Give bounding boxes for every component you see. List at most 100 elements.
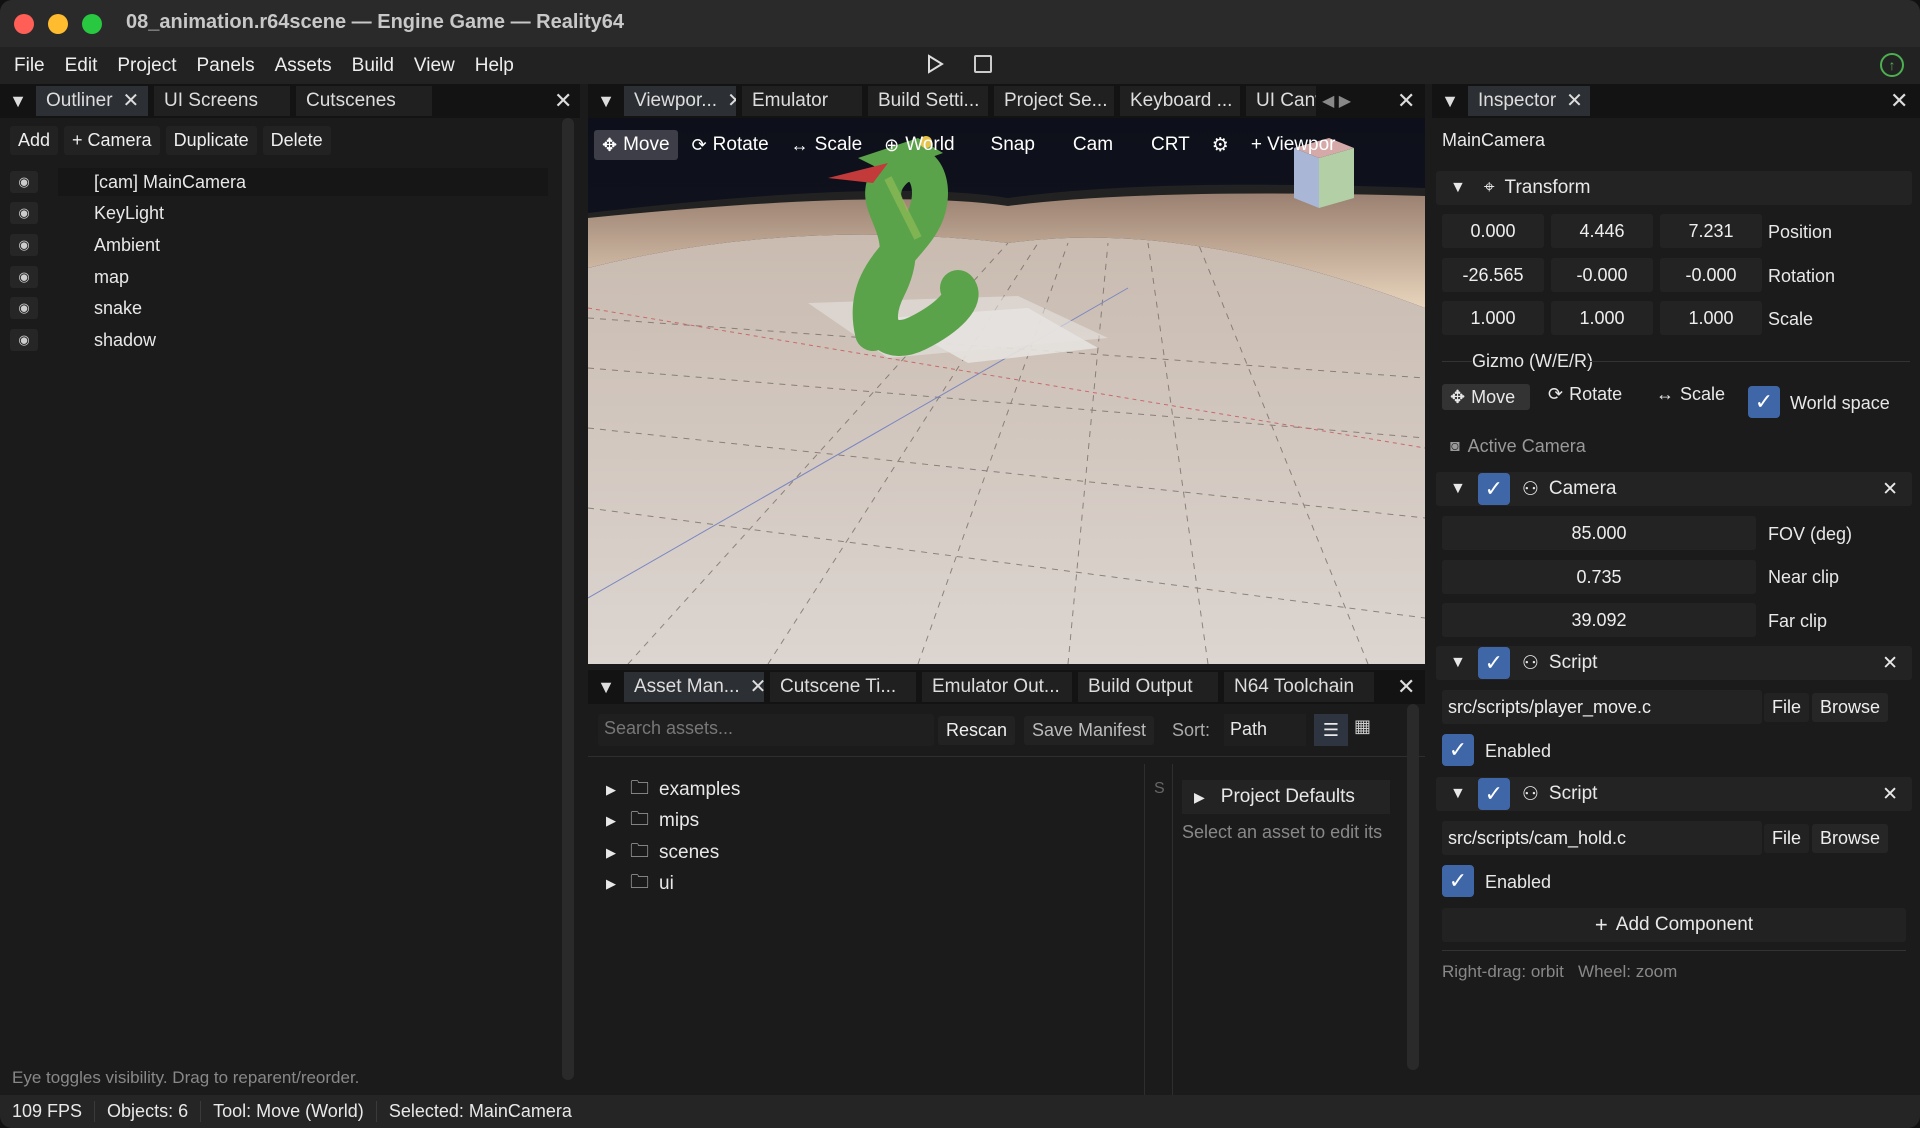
position-x-field[interactable]: 0.000 [1442, 214, 1544, 248]
eye-icon[interactable]: ◉ [10, 202, 38, 224]
folder-row[interactable]: ▶ 🗀 scenes [606, 839, 719, 867]
chevron-right-icon[interactable]: ▶ [606, 845, 616, 861]
menu-assets[interactable]: Assets [265, 55, 342, 77]
panel-menu-icon[interactable]: ▼ [0, 91, 36, 112]
camera-enabled-checkbox[interactable]: ✓ [1477, 473, 1510, 505]
close-panel-icon[interactable]: ✕ [1397, 88, 1415, 114]
eye-icon[interactable]: ◉ [10, 329, 38, 351]
list-item[interactable]: ◉ snake [10, 294, 142, 322]
chevron-right-icon[interactable]: ▶ [606, 782, 616, 798]
add-component-button[interactable]: + Add Component [1442, 908, 1906, 942]
fov-field[interactable]: 85.000 [1442, 516, 1756, 550]
rotation-y-field[interactable]: -0.000 [1551, 258, 1653, 292]
save-manifest-button[interactable]: Save Manifest [1024, 716, 1155, 745]
gizmo-move-button[interactable]: ✥ Move [1442, 384, 1530, 410]
tab-project-settings[interactable]: Project Se... [994, 86, 1114, 116]
cam-toggle[interactable]: Cam [1065, 130, 1121, 160]
sort-select[interactable]: Path [1224, 714, 1306, 746]
folder-row[interactable]: ▶ 🗀 ui [606, 870, 674, 898]
list-item[interactable]: ◉ shadow [10, 326, 156, 354]
rescan-button[interactable]: Rescan [938, 716, 1016, 745]
tab-ui-screens[interactable]: UI Screens [154, 86, 290, 116]
tab-n64-toolchain[interactable]: N64 Toolchain [1224, 672, 1374, 702]
chevron-right-icon[interactable]: ▶ [606, 876, 616, 892]
tab-cutscenes[interactable]: Cutscenes [296, 86, 432, 116]
file-button[interactable]: File [1764, 693, 1810, 722]
stop-icon[interactable] [974, 55, 992, 73]
gizmo-rotate-button[interactable]: ⟳ Rotate [1548, 384, 1622, 405]
tab-build-output[interactable]: Build Output [1078, 672, 1218, 702]
eye-icon[interactable]: ◉ [10, 266, 38, 288]
world-space-checkbox[interactable]: ✓ [1748, 386, 1780, 418]
script-component-header[interactable]: ▼ ✓ ⚇ Script ✕ [1436, 646, 1912, 680]
list-item[interactable]: ◉ KeyLight [10, 199, 164, 227]
tab-outliner[interactable]: Outliner ✕ [36, 86, 148, 116]
eye-icon[interactable]: ◉ [10, 297, 38, 319]
project-defaults-header[interactable]: ▶ Project Defaults [1182, 780, 1390, 814]
remove-component-icon[interactable]: ✕ [1882, 478, 1898, 501]
chevron-right-icon[interactable]: ▶ [606, 813, 616, 829]
viewport-move-button[interactable]: ✥ Move [594, 130, 678, 160]
menu-build[interactable]: Build [342, 55, 404, 77]
chevron-down-icon[interactable]: ▼ [1450, 480, 1466, 498]
crt-toggle[interactable]: CRT [1143, 130, 1198, 160]
duplicate-button[interactable]: Duplicate [165, 126, 257, 155]
enabled-checkbox[interactable]: ✓ [1442, 734, 1474, 766]
close-panel-icon[interactable]: ✕ [1397, 674, 1415, 700]
close-icon[interactable]: ✕ [1566, 86, 1583, 116]
tab-asset-manager[interactable]: Asset Man... ✕ [624, 672, 764, 702]
3d-viewport[interactable] [588, 118, 1425, 664]
menu-file[interactable]: File [4, 55, 55, 77]
camera-component-header[interactable]: ▼ ✓ ⚇ Camera ✕ [1436, 472, 1912, 506]
add-button[interactable]: Add [10, 126, 59, 155]
outliner-scrollbar[interactable] [562, 118, 574, 1080]
script-enabled-checkbox[interactable]: ✓ [1477, 647, 1510, 679]
tab-keyboard[interactable]: Keyboard ... [1120, 86, 1240, 116]
panel-menu-icon[interactable]: ▼ [588, 677, 624, 698]
folder-row[interactable]: ▶ 🗀 mips [606, 807, 699, 835]
close-icon[interactable]: ✕ [750, 672, 764, 702]
browse-button[interactable]: Browse [1812, 693, 1889, 722]
list-item[interactable]: ◉ Ambient [10, 231, 160, 259]
scale-x-field[interactable]: 1.000 [1442, 301, 1544, 335]
tab-ui-canvas[interactable]: UI Canv [1246, 86, 1316, 116]
chevron-down-icon[interactable]: ▼ [1450, 654, 1466, 672]
zoom-window-button[interactable] [82, 14, 102, 34]
close-panel-icon[interactable]: ✕ [554, 88, 572, 114]
chevron-down-icon[interactable]: ▼ [1450, 785, 1466, 803]
list-item[interactable]: ◉ [cam] MainCamera [10, 168, 246, 196]
far-clip-field[interactable]: 39.092 [1442, 603, 1756, 637]
file-button[interactable]: File [1764, 824, 1810, 853]
viewport-scale-button[interactable]: ↔ Scale [783, 130, 871, 160]
gizmo-scale-button[interactable]: ↔ Scale [1656, 384, 1725, 405]
list-item[interactable]: ◉ map [10, 263, 129, 291]
grid-view-icon[interactable]: ▦ [1354, 716, 1371, 737]
rotation-z-field[interactable]: -0.000 [1660, 258, 1762, 292]
enabled-checkbox[interactable]: ✓ [1442, 865, 1474, 897]
panel-menu-icon[interactable]: ▼ [588, 91, 624, 112]
menu-help[interactable]: Help [465, 55, 524, 77]
add-viewport-button[interactable]: + Viewpor [1243, 130, 1344, 160]
delete-button[interactable]: Delete [262, 126, 331, 155]
tab-build-settings[interactable]: Build Setti... [868, 86, 988, 116]
remove-component-icon[interactable]: ✕ [1882, 783, 1898, 806]
script-enabled-checkbox[interactable]: ✓ [1477, 778, 1510, 810]
browse-button[interactable]: Browse [1812, 824, 1889, 853]
close-window-button[interactable] [14, 14, 34, 34]
minimize-window-button[interactable] [48, 14, 68, 34]
script-path-field[interactable]: src/scripts/player_move.c [1442, 690, 1762, 724]
eye-icon[interactable]: ◉ [10, 234, 38, 256]
eye-icon[interactable]: ◉ [10, 171, 38, 193]
folder-row[interactable]: ▶ 🗀 examples [606, 776, 740, 804]
close-panel-icon[interactable]: ✕ [1890, 88, 1908, 114]
menu-panels[interactable]: Panels [187, 55, 265, 77]
tab-viewport[interactable]: Viewpor... ✕ [624, 86, 736, 116]
play-icon[interactable] [924, 53, 950, 79]
remove-component-icon[interactable]: ✕ [1882, 652, 1898, 675]
menu-view[interactable]: View [404, 55, 465, 77]
tab-inspector[interactable]: Inspector ✕ [1468, 86, 1590, 116]
chevron-right-icon[interactable]: ▶ [1194, 789, 1205, 806]
position-y-field[interactable]: 4.446 [1551, 214, 1653, 248]
scale-z-field[interactable]: 1.000 [1660, 301, 1762, 335]
position-z-field[interactable]: 7.231 [1660, 214, 1762, 248]
